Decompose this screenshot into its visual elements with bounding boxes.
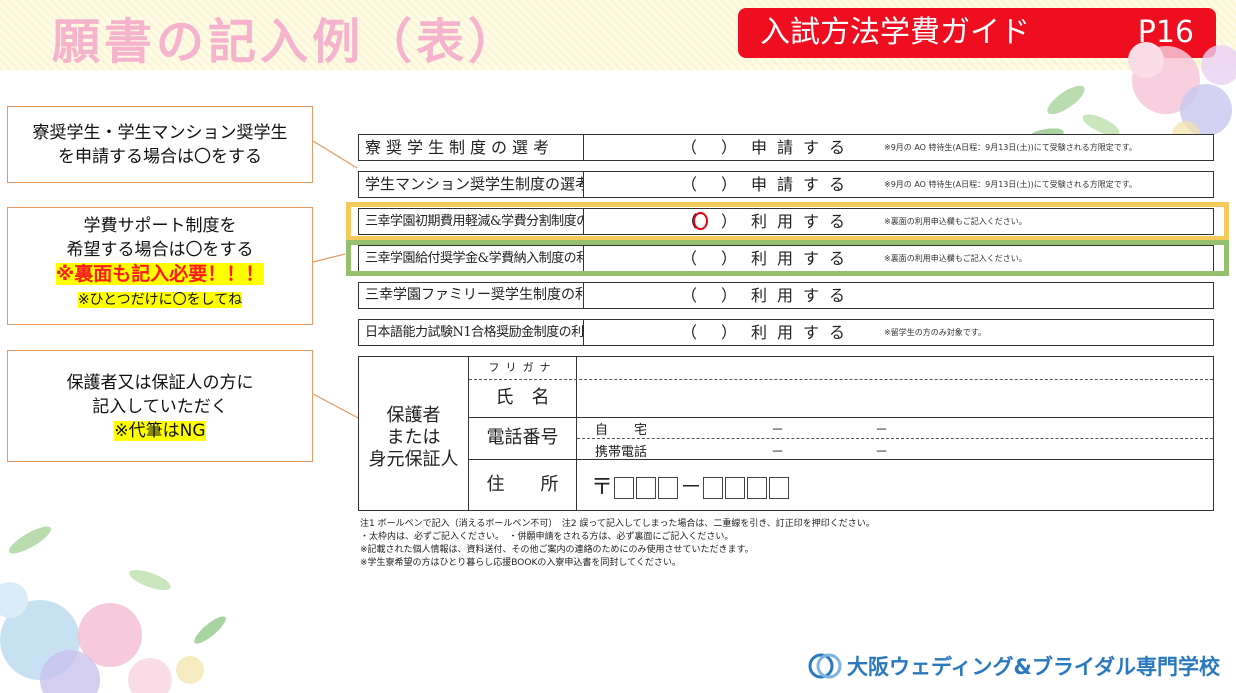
mobile-phone-dash1: － xyxy=(771,445,785,460)
name-divider xyxy=(469,417,1213,418)
school-logo: 大阪ウェディング&ブライダル専門学校 xyxy=(807,650,1220,682)
postal-code-boxes: 〒－ xyxy=(591,469,791,501)
callout-support: 学費サポート制度を 希望する場合は〇をする ※裏面も記入必要！！！ ※ひとつだけ… xyxy=(7,207,313,325)
form-row-label: 寮奨学生制度の選考 xyxy=(359,135,584,160)
home-phone-label: 自 宅 xyxy=(595,423,648,438)
school-logo-mark-icon xyxy=(808,653,842,679)
guardian-side-line3: 身元保証人 xyxy=(368,449,459,470)
callout-dorm: 寮奨学生・学生マンション奨学生 を申請する場合は〇をする xyxy=(7,106,313,183)
page-title: 願書の記入例（表） xyxy=(52,14,521,70)
paren-open: （ xyxy=(681,323,698,342)
form-row-note: ※留学生の方のみ対象です。 xyxy=(884,328,986,337)
form-row-mansion-scholarship: 学生マンション奨学生制度の選考 （ ） 申請する ※9月の AO 特待生(A日程… xyxy=(358,171,1214,198)
form-row-action: 申請する xyxy=(751,138,856,157)
phone-label: 電話番号 xyxy=(469,417,577,459)
name-label: 氏 名 xyxy=(469,379,577,417)
paren-close: ） xyxy=(721,286,738,305)
guardian-section: 保護者 または 身元保証人 フリガナ 氏 名 電話番号 住 所 自 宅 － － … xyxy=(358,356,1214,511)
callout-support-hint: ※ひとつだけに〇をしてね xyxy=(77,292,243,308)
phone-address-divider xyxy=(469,459,1213,460)
postal-box xyxy=(703,477,724,499)
highlight-frame-yellow xyxy=(346,202,1229,241)
form-row-action: 利用する xyxy=(751,286,856,305)
guardian-side-line1: 保護者 xyxy=(386,405,441,426)
form-footnotes: 注1 ボールペンで記入（消えるボールペン不可） 注2 誤って記入してしまった場合… xyxy=(360,518,875,570)
furigana-label: フリガナ xyxy=(469,357,577,379)
home-phone-dash1: － xyxy=(771,423,785,438)
phone-divider xyxy=(577,438,1213,439)
callout-guardian: 保護者又は保証人の方に 記入していただく ※代筆はNG xyxy=(7,350,313,462)
school-name: 大阪ウェディング&ブライダル専門学校 xyxy=(846,655,1220,679)
flower-decoration-bottom-left xyxy=(0,526,226,693)
form-row-label: 学生マンション奨学生制度の選考 xyxy=(359,172,584,197)
callout-guardian-line1: 保護者又は保証人の方に xyxy=(66,373,254,393)
footnote-line: ・太枠内は、必ずご記入ください。 ・併願申請をされる方は、必ず裏面にご記入くださ… xyxy=(360,532,734,542)
postal-box xyxy=(725,477,746,499)
form-row-note: ※9月の AO 特待生(A日程：9月13日(土))にて受験される方限定です。 xyxy=(884,143,1137,152)
callout-guardian-line2: 記入していただく xyxy=(92,397,228,417)
paren-open: （ xyxy=(681,286,698,305)
paren-close: ） xyxy=(721,323,738,342)
footnote-line: ※記載された個人情報は、資料送付、その他ご案内の連絡のためにのみ使用させていただ… xyxy=(360,545,754,555)
postal-dash: － xyxy=(680,475,704,500)
postal-box xyxy=(636,477,657,499)
guardian-side-label: 保護者 または 身元保証人 xyxy=(359,357,469,510)
paren-close: ） xyxy=(721,175,738,194)
guide-label: 入試方法学費ガイド xyxy=(760,15,1030,50)
callout-dorm-line2: を申請する場合は〇をする xyxy=(58,147,262,167)
footnote-line: 注1 ボールペンで記入（消えるボールペン不可） 注2 誤って記入してしまった場合… xyxy=(360,519,875,529)
postal-box xyxy=(769,477,790,499)
home-phone-dash2: － xyxy=(875,423,889,438)
form-row-label: 日本語能力試験N1合格奨励金制度の利用 xyxy=(359,320,584,345)
paren-open: （ xyxy=(681,175,698,194)
paren-close: ） xyxy=(721,138,738,157)
postal-box xyxy=(614,477,635,499)
highlight-frame-green xyxy=(346,240,1229,276)
callout-support-warning: ※裏面も記入必要！！！ xyxy=(55,263,265,285)
postal-mark: 〒 xyxy=(591,475,615,500)
form-row-label: 三幸学園ファミリー奨学生制度の利用 xyxy=(359,283,584,308)
form-row-dorm-scholarship: 寮奨学生制度の選考 （ ） 申請する ※9月の AO 特待生(A日程：9月13日… xyxy=(358,134,1214,161)
form-row-family-scholarship: 三幸学園ファミリー奨学生制度の利用 （ ） 利用する xyxy=(358,282,1214,309)
form-row-note: ※9月の AO 特待生(A日程：9月13日(土))にて受験される方限定です。 xyxy=(884,180,1137,189)
furigana-divider xyxy=(469,379,1213,380)
form-row-action: 申請する xyxy=(751,175,856,194)
form-row-jlpt-n1: 日本語能力試験N1合格奨励金制度の利用 （ ） 利用する ※留学生の方のみ対象で… xyxy=(358,319,1214,346)
address-label: 住 所 xyxy=(469,459,577,511)
mobile-phone-dash2: － xyxy=(875,445,889,460)
form-row-action: 利用する xyxy=(751,323,856,342)
callout-support-line2: 希望する場合は〇をする xyxy=(66,240,254,260)
callout-dorm-line1: 寮奨学生・学生マンション奨学生 xyxy=(32,123,288,143)
paren-open: （ xyxy=(681,138,698,157)
callout-guardian-hint: ※代筆はNG xyxy=(114,421,206,441)
footnote-line: ※学生寮希望の方はひとり暮らし応援BOOKの入寮申込書を同封してください。 xyxy=(360,558,681,568)
guardian-side-line2: または xyxy=(386,427,441,448)
mobile-phone-label: 携帯電話 xyxy=(595,445,648,460)
postal-box xyxy=(658,477,679,499)
callout-support-line1: 学費サポート制度を xyxy=(83,216,237,236)
postal-box xyxy=(747,477,768,499)
